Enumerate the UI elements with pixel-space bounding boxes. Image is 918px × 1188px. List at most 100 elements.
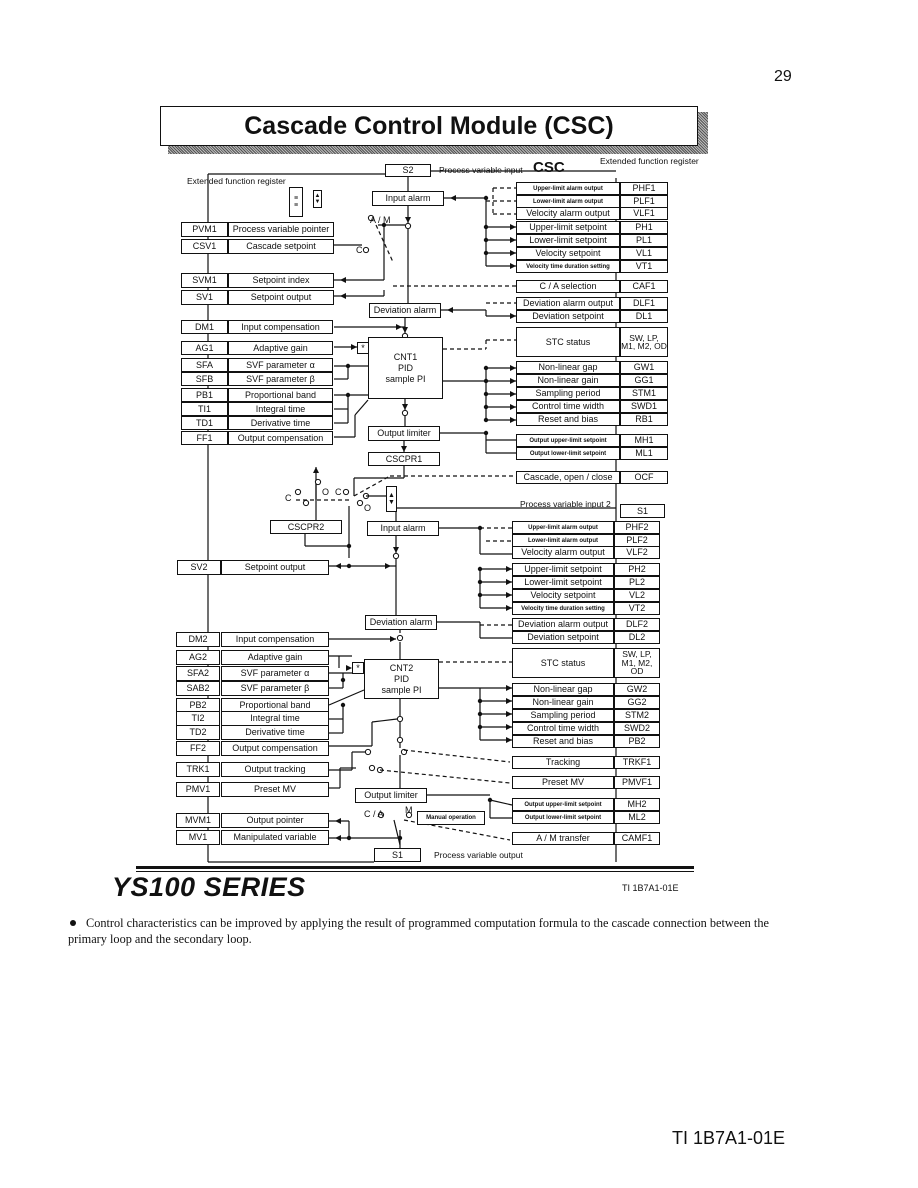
right-register-code: PMVF1 xyxy=(614,776,660,789)
m-switch-label: M xyxy=(405,805,413,815)
arrowhead xyxy=(340,277,346,283)
right-register-label: Reset and bias xyxy=(516,413,620,426)
up-down-buttons-1[interactable]: ▲ ▼ xyxy=(313,190,322,208)
right-register-code: VLF2 xyxy=(614,546,660,559)
left-register-code: CSV1 xyxy=(181,239,228,254)
left-register-code: TRK1 xyxy=(176,762,220,777)
cnt2-sample-pi: sample PI xyxy=(381,684,422,695)
right-register-code: SWD2 xyxy=(614,722,660,735)
multiplier-1: * xyxy=(357,342,369,354)
right-register-label: Upper-limit alarm output xyxy=(512,521,614,534)
left-register-label: Setpoint output xyxy=(221,560,329,575)
right-register-code: PL1 xyxy=(620,234,668,247)
right-register-label: Velocity setpoint xyxy=(516,247,620,260)
right-register-code: SWD1 xyxy=(620,400,668,413)
left-register-code: SFA xyxy=(181,358,228,372)
right-register-label: Deviation alarm output xyxy=(512,618,614,631)
ca-switch-label: C / A xyxy=(364,809,384,819)
right-register-label: Non-linear gap xyxy=(516,361,620,374)
right-register-label: Velocity time duration setting xyxy=(512,602,614,615)
right-register-code: VT2 xyxy=(614,602,660,615)
right-register-label: Sampling period xyxy=(512,709,614,722)
arrowhead xyxy=(402,327,408,333)
right-register-label: C / A selection xyxy=(516,280,620,293)
summing-node xyxy=(342,488,350,496)
up-down-buttons-2[interactable]: ▲ ▼ xyxy=(386,486,397,512)
left-register-code: PMV1 xyxy=(176,782,220,797)
right-register-code: PB2 xyxy=(614,735,660,748)
arrowhead xyxy=(396,324,402,330)
arrowhead xyxy=(405,217,411,223)
up-arrow-icon[interactable]: ▲ xyxy=(388,492,395,499)
deviation-alarm-1: Deviation alarm xyxy=(369,303,441,318)
right-register-code: DLF2 xyxy=(614,618,660,631)
right-register-label: Sampling period xyxy=(516,387,620,400)
o-label-right: O xyxy=(364,503,372,513)
summing-node xyxy=(356,499,364,507)
left-register-code: AG2 xyxy=(176,650,220,665)
junction-dot xyxy=(483,250,489,256)
right-register-code: VLF1 xyxy=(620,207,668,220)
right-register-label: Velocity alarm output xyxy=(516,207,620,220)
left-register-label: Input compensation xyxy=(228,320,333,334)
right-register-label: Control time width xyxy=(516,400,620,413)
left-register-label: Adaptive gain xyxy=(228,341,333,355)
arrowhead xyxy=(385,563,391,569)
summing-node xyxy=(294,488,302,496)
right-register-code: GW2 xyxy=(614,683,660,696)
right-register-label: Upper-limit alarm output xyxy=(516,182,620,195)
left-register-code: FF2 xyxy=(176,741,220,756)
right-register-code: STM2 xyxy=(614,709,660,722)
junction-dot xyxy=(483,378,489,384)
left-register-code: DM2 xyxy=(176,632,220,647)
right-register-code: PL2 xyxy=(614,576,660,589)
input-alarm-1: Input alarm xyxy=(372,191,444,206)
right-register-code: PHF2 xyxy=(614,521,660,534)
arrowhead xyxy=(447,307,453,313)
left-register-label: SVF parameter α xyxy=(228,358,333,372)
arrowhead xyxy=(335,563,341,569)
left-register-label: SVF parameter β xyxy=(228,372,333,386)
left-register-code: TD1 xyxy=(181,416,228,430)
summing-node xyxy=(401,409,409,417)
left-register-code: FF1 xyxy=(181,431,228,445)
c-label-left: C xyxy=(285,493,292,503)
arrowhead xyxy=(402,404,408,410)
right-register-code: MH2 xyxy=(614,798,660,811)
right-register-code: PHF1 xyxy=(620,182,668,195)
junction-dot xyxy=(483,365,489,371)
right-register-label: Output lower-limit setpoint xyxy=(516,447,620,460)
right-register-code: VL2 xyxy=(614,589,660,602)
left-register-label: Output pointer xyxy=(221,813,329,828)
summing-node xyxy=(392,552,400,560)
left-register-label: Integral time xyxy=(221,711,329,726)
arrowhead xyxy=(390,636,396,642)
summing-node xyxy=(364,748,372,756)
right-register-label: Lower-limit setpoint xyxy=(512,576,614,589)
right-register-label: Deviation setpoint xyxy=(516,310,620,323)
right-register-label: Velocity setpoint xyxy=(512,589,614,602)
right-register-label: Deviation setpoint xyxy=(512,631,614,644)
cnt2-label: CNT2 xyxy=(389,662,414,673)
manual-operation-block: Manual operation xyxy=(417,811,485,825)
right-register-label: Preset MV xyxy=(512,776,614,789)
summing-node xyxy=(314,478,322,486)
csc-block-diagram: Extended function register Extended func… xyxy=(0,0,918,870)
left-register-label: Output tracking xyxy=(221,762,329,777)
left-register-code: SAB2 xyxy=(176,681,220,696)
left-register-code: SV1 xyxy=(181,290,228,305)
left-register-label: Output compensation xyxy=(221,741,329,756)
right-register-label: Deviation alarm output xyxy=(516,297,620,310)
right-register-code: TRKF1 xyxy=(614,756,660,769)
connector-line xyxy=(393,819,401,846)
right-register-code: VL1 xyxy=(620,247,668,260)
right-register-code: OCF xyxy=(620,471,668,484)
down-arrow-icon[interactable]: ▼ xyxy=(388,499,395,506)
right-register-code: SW, LP, M1, M2, OD xyxy=(620,327,668,357)
left-register-code: SVM1 xyxy=(181,273,228,288)
doc-id-small: TI 1B7A1-01E xyxy=(622,883,679,893)
extended-function-register-label-left: Extended function register xyxy=(187,176,286,186)
down-arrow-icon[interactable]: ▼ xyxy=(315,199,321,205)
description-text: Control characteristics can be improved … xyxy=(68,916,769,946)
left-register-code: SFA2 xyxy=(176,666,220,681)
